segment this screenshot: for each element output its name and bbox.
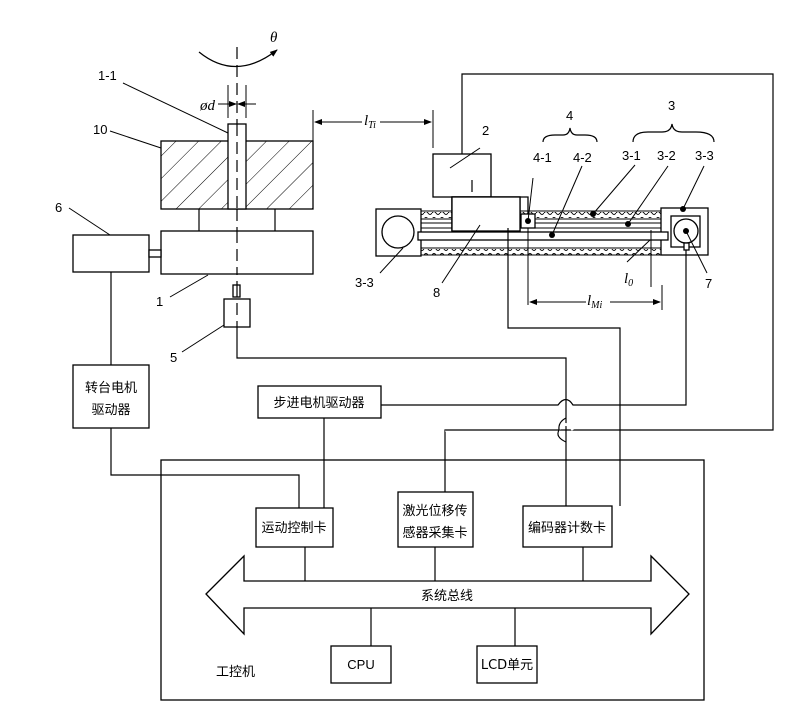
turntable-motor-6	[72, 234, 150, 273]
brace-4	[542, 127, 598, 143]
measurement-system-diagram: θ ød 1-1 10 6 1 5 lTi 2 4-1 4-2 3-1 3-2 …	[55, 30, 774, 701]
l0-label: l0	[624, 271, 633, 289]
stepper-driver-text: 步进电机驱动器	[273, 396, 364, 411]
label-7: 7	[705, 276, 712, 291]
label-4: 4	[566, 108, 573, 123]
encoder-card-text: 编码器计数卡	[528, 521, 606, 536]
label-8: 8	[433, 285, 440, 300]
rotation-angle-label: θ	[270, 30, 278, 46]
brace-3	[632, 123, 715, 143]
label-5: 5	[170, 350, 177, 365]
l-ti-label: lTi	[364, 113, 376, 131]
label-3-3-left: 3-3	[355, 275, 374, 290]
label-6: 6	[55, 200, 62, 215]
ipc-label: 工控机	[216, 665, 255, 680]
turntable-driver-text-2: 驱动器	[91, 403, 130, 418]
motor-coupling	[148, 249, 162, 258]
wire-turntable-driver-to-motion-card	[110, 428, 300, 508]
label-4-2: 4-2	[573, 150, 592, 165]
lcd-text: LCD单元	[481, 658, 533, 673]
wire-reading-head-to-counter	[507, 228, 621, 506]
label-3: 3	[668, 98, 675, 113]
cpu-text: CPU	[347, 657, 374, 672]
turntable-motor-driver	[72, 364, 150, 429]
laser-card-text-2: 感器采集卡	[402, 525, 467, 541]
l-mi-label: lMi	[587, 293, 603, 311]
laser-signal-wire	[444, 73, 774, 500]
label-3-3-right: 3-3	[695, 148, 714, 163]
label-4-1: 4-1	[533, 150, 552, 165]
label-1: 1	[156, 294, 163, 309]
laser-card-text-1: 激光位移传	[402, 504, 467, 519]
turntable-driver-text-1: 转台电机	[85, 381, 137, 396]
label-10: 10	[93, 122, 107, 137]
label-3-2: 3-2	[657, 148, 676, 163]
label-2: 2	[482, 123, 489, 138]
label-1-1: 1-1	[98, 68, 117, 83]
rotation-arrow	[198, 49, 278, 68]
diameter-label: ød	[199, 98, 216, 114]
grating-scale-4-2	[417, 231, 669, 241]
belt-bottom	[421, 249, 661, 255]
system-bus-text: 系统总线	[421, 589, 473, 604]
label-3-1: 3-1	[622, 148, 641, 163]
motion-card-text: 运动控制卡	[261, 521, 326, 536]
